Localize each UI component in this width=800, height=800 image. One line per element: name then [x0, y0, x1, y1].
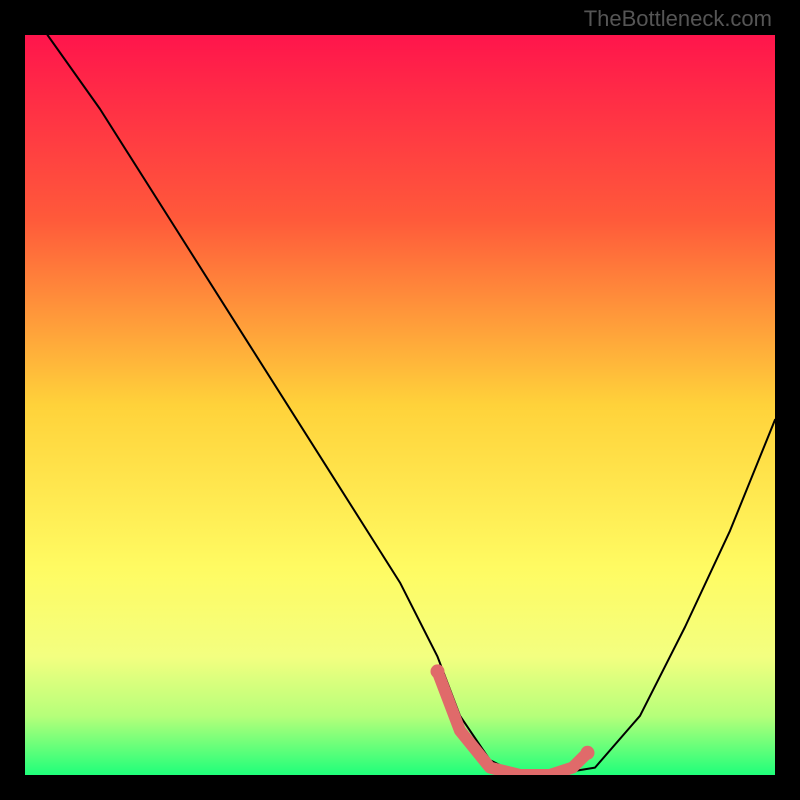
series-curve — [48, 35, 776, 775]
chart-svg — [25, 35, 775, 775]
series-highlight — [438, 671, 588, 775]
highlight-endpoint — [581, 746, 595, 760]
plot-area — [25, 35, 775, 775]
chart-container: TheBottleneck.com — [0, 0, 800, 800]
highlight-endpoint — [431, 664, 445, 678]
attribution-text: TheBottleneck.com — [584, 6, 772, 32]
